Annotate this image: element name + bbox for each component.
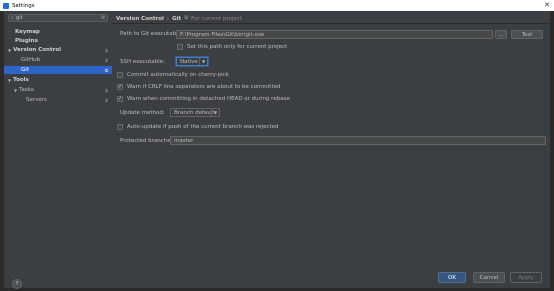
- search-value: git: [15, 15, 23, 21]
- sidebar-item-label: Tasks: [19, 87, 34, 93]
- clear-search-icon[interactable]: ⊗: [101, 15, 105, 21]
- for-current-project-label: For current project: [191, 15, 243, 22]
- close-icon[interactable]: ✕: [544, 1, 550, 9]
- sidebar-item-keymap[interactable]: Keymap: [4, 28, 112, 36]
- commit-cherry-pick-label: Commit automatically on cherry-pick: [127, 72, 229, 78]
- sidebar-item-label: Servers: [26, 97, 47, 103]
- project-scope-icon: ⧉: [105, 47, 108, 53]
- cancel-button[interactable]: Cancel: [473, 272, 505, 283]
- warn-detached-head-label: Warn when committing in detached HEAD or…: [127, 96, 290, 102]
- sidebar-item-git[interactable]: Git ⧉: [4, 66, 112, 74]
- ok-button[interactable]: OK: [438, 272, 466, 283]
- warn-crlf-checkbox[interactable]: ✓: [117, 84, 123, 90]
- expand-arrow-icon[interactable]: ▼: [14, 88, 17, 93]
- sidebar-item-tasks[interactable]: ▼ Tasks ⧉: [4, 86, 112, 94]
- breadcrumb: Version Control › Git ⧉ For current proj…: [116, 15, 242, 22]
- sidebar-item-version-control[interactable]: ▼ Version Control ⧉: [4, 46, 112, 54]
- protected-branches-label: Protected branches:: [120, 138, 176, 144]
- settings-main-panel: Version Control › Git ⧉ For current proj…: [112, 11, 550, 288]
- git-path-input[interactable]: F:\Program Files\Git\bin\git.exe: [176, 30, 493, 39]
- path-label: Path to Git executable:: [120, 31, 183, 37]
- settings-sidebar: ⌕ git ⊗ Keymap Plugins ▼ Version Control…: [4, 11, 112, 289]
- update-method-select[interactable]: Branch default ▼: [170, 108, 220, 117]
- auto-update-label: Auto-update if push of the current branc…: [127, 124, 279, 130]
- help-button[interactable]: ?: [12, 279, 22, 289]
- set-path-project-label: Set this path only for current project: [187, 44, 288, 50]
- project-scope-icon: ⧉: [184, 15, 189, 21]
- sidebar-item-github[interactable]: GitHub ⧉: [4, 56, 112, 64]
- project-scope-icon: ⧉: [105, 67, 108, 73]
- project-scope-icon: ⧉: [105, 87, 108, 93]
- window-title: Settings: [12, 2, 35, 9]
- chevron-down-icon: ▼: [199, 58, 207, 65]
- apply-button[interactable]: Apply: [510, 272, 542, 283]
- update-method-label: Update method:: [120, 110, 165, 116]
- sidebar-item-tools[interactable]: ▼ Tools: [4, 76, 112, 84]
- protected-branches-input[interactable]: master: [170, 136, 546, 145]
- ssh-label: SSH executable:: [120, 59, 165, 65]
- search-input[interactable]: ⌕ git ⊗: [8, 14, 108, 22]
- app-icon: [3, 2, 9, 9]
- expand-arrow-icon[interactable]: ▼: [8, 48, 11, 53]
- breadcrumb-version-control: Version Control: [116, 15, 164, 22]
- project-scope-icon: ⧉: [105, 57, 108, 63]
- search-icon: ⌕: [11, 15, 14, 21]
- sidebar-item-label: Plugins: [15, 38, 38, 44]
- breadcrumb-git: Git: [172, 15, 182, 22]
- test-button[interactable]: Test: [511, 30, 543, 39]
- set-path-project-checkbox[interactable]: [177, 44, 183, 50]
- sidebar-item-label: GitHub: [21, 57, 41, 63]
- auto-update-checkbox[interactable]: [117, 124, 123, 130]
- sidebar-item-label: Version Control: [13, 47, 61, 53]
- title-bar: Settings ✕: [0, 0, 554, 11]
- sidebar-item-label: Tools: [13, 77, 29, 83]
- ssh-select-value: Native: [180, 58, 198, 65]
- sidebar-item-label: Keymap: [15, 29, 40, 35]
- expand-arrow-icon[interactable]: ▼: [8, 78, 11, 83]
- warn-detached-head-checkbox[interactable]: ✓: [117, 96, 123, 102]
- chevron-down-icon: ▼: [211, 109, 219, 116]
- breadcrumb-separator: ›: [166, 15, 170, 22]
- sidebar-item-plugins[interactable]: Plugins: [4, 37, 112, 45]
- warn-crlf-label: Warn if CRLF line separators are about t…: [127, 84, 281, 90]
- ssh-executable-select[interactable]: Native ▼: [176, 57, 208, 66]
- sidebar-item-servers[interactable]: Servers ⧉: [4, 96, 112, 104]
- commit-cherry-pick-checkbox[interactable]: [117, 72, 123, 78]
- browse-button[interactable]: ...: [495, 30, 507, 39]
- update-method-value: Branch default: [174, 109, 215, 116]
- header-divider: [112, 23, 550, 24]
- project-scope-icon: ⧉: [105, 97, 108, 103]
- sidebar-item-label: Git: [21, 67, 29, 73]
